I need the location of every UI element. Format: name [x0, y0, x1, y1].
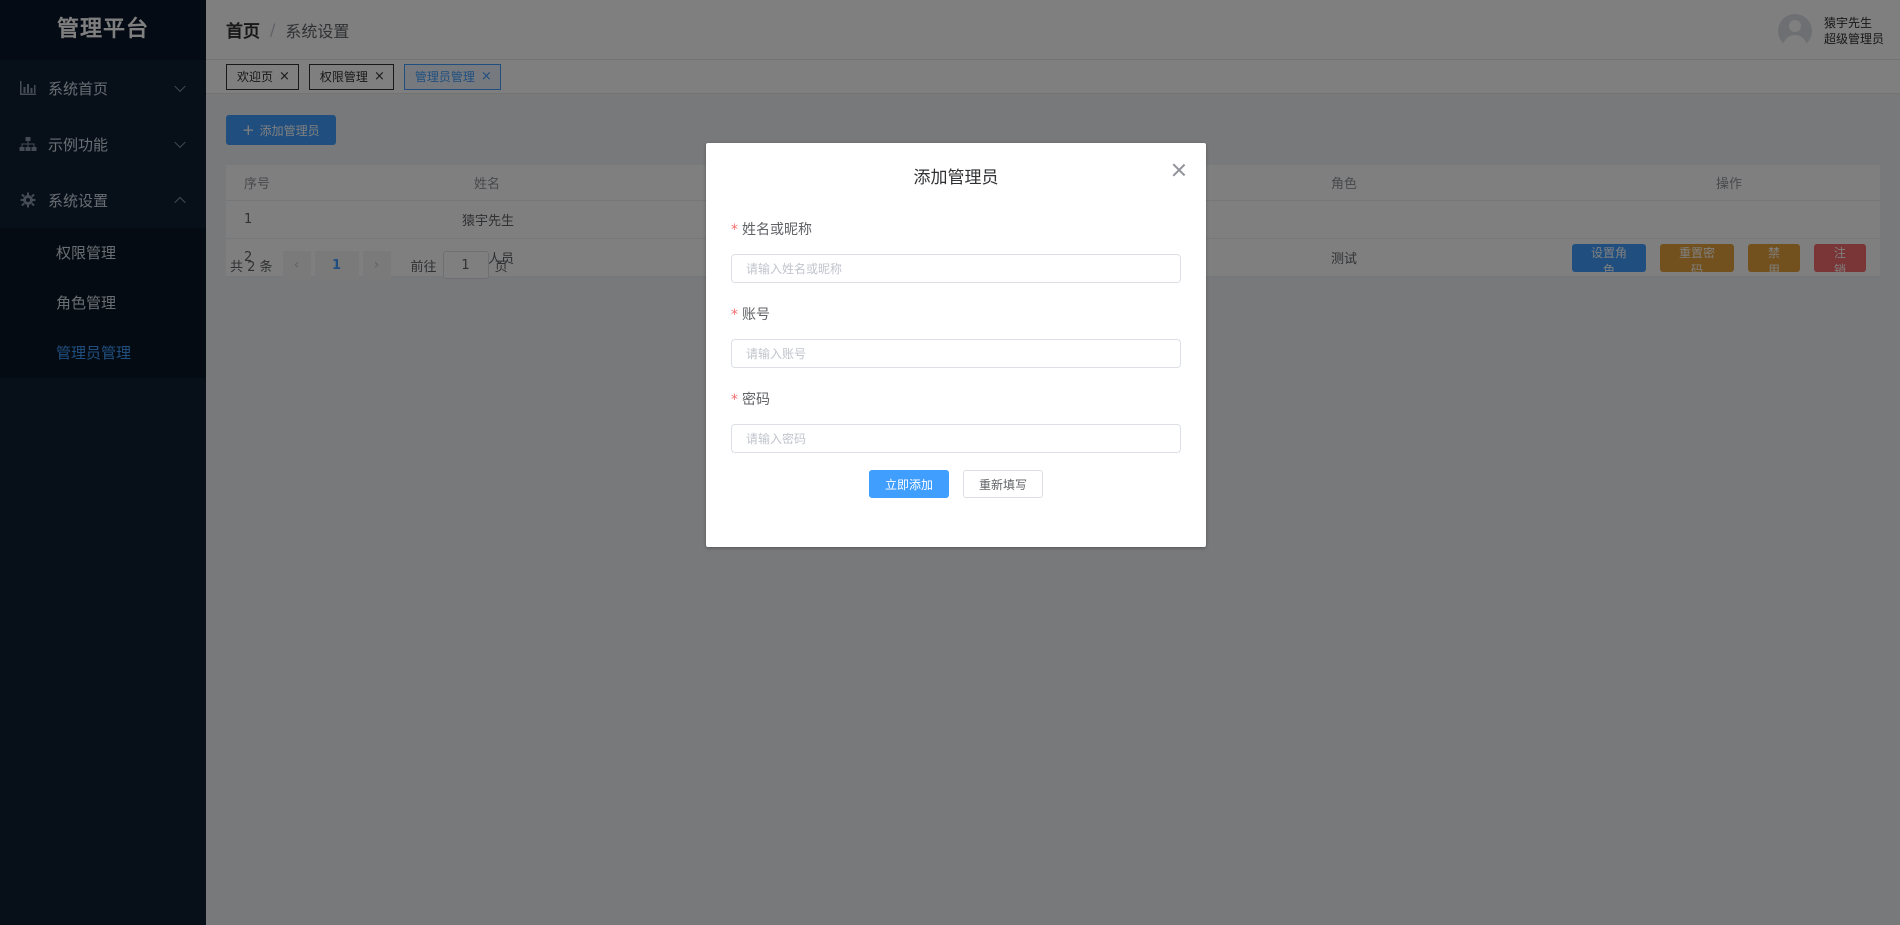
field-label-name: * 姓名或昵称	[731, 219, 812, 239]
field-label-text: 姓名或昵称	[742, 222, 812, 238]
required-mark: *	[731, 392, 738, 408]
close-icon[interactable]	[1172, 163, 1186, 177]
password-input[interactable]	[731, 424, 1181, 453]
field-label-account: * 账号	[731, 304, 770, 324]
add-admin-dialog: 添加管理员 *姓名或昵称 *账号 *密码 立即添加 重新填写	[706, 143, 1206, 547]
field-label-text: 密码	[742, 392, 770, 408]
dialog-title: 添加管理员	[913, 168, 999, 188]
required-mark: *	[731, 222, 738, 238]
required-mark: *	[731, 307, 738, 323]
account-input[interactable]	[731, 339, 1181, 368]
submit-button[interactable]: 立即添加	[869, 470, 950, 498]
field-label-password: * 密码	[731, 389, 770, 409]
field-label-text: 账号	[742, 307, 770, 323]
name-input[interactable]	[731, 254, 1181, 283]
reset-button[interactable]: 重新填写	[963, 470, 1044, 498]
